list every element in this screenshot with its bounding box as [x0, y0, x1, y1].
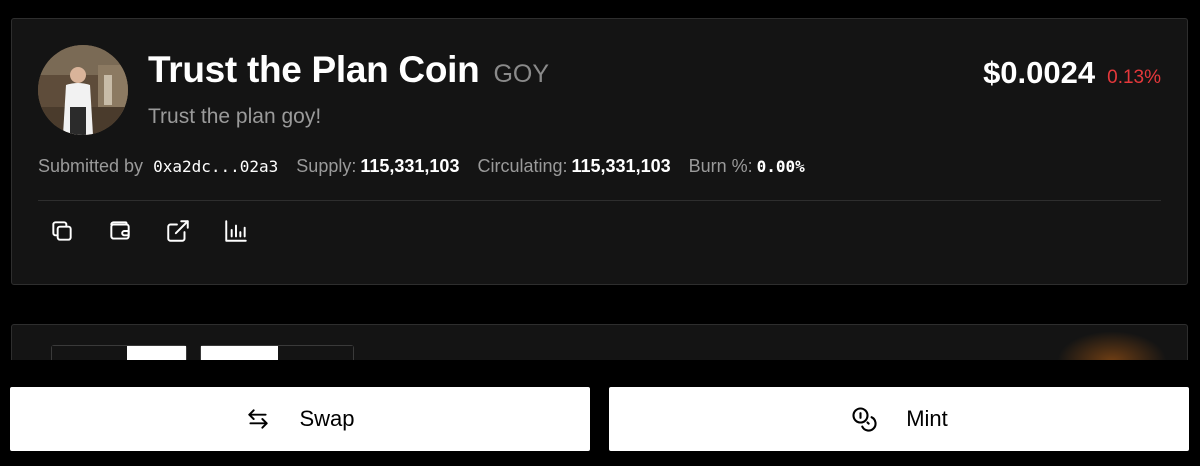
external-link-icon	[167, 220, 189, 242]
chart-icon	[225, 220, 247, 242]
stat-value: 115,331,103	[571, 156, 671, 176]
coin-card: Trust the Plan Coin GOY Trust the plan g…	[11, 18, 1188, 285]
divider	[38, 200, 1161, 201]
coins-icon	[852, 407, 877, 432]
price-change: 0.13%	[1107, 67, 1161, 88]
stat-label: Circulating:	[477, 156, 568, 176]
copy-icon	[52, 221, 72, 241]
action-toolbar	[48, 217, 250, 245]
stat-label: Submitted by	[38, 156, 144, 176]
stat-submitted-by: Submitted by 0xa2dc...02a3	[38, 156, 278, 177]
price-block: $0.0024 0.13%	[983, 55, 1161, 91]
coin-price: $0.0024	[983, 55, 1096, 90]
mint-button[interactable]: Mint	[609, 387, 1189, 451]
swap-arrows-icon	[248, 409, 269, 429]
coin-description: Trust the plan goy!	[148, 105, 322, 128]
stat-label: Supply:	[296, 156, 357, 176]
submitter-address[interactable]: 0xa2dc...02a3	[153, 157, 278, 176]
mint-label: Mint	[906, 406, 948, 431]
stat-burn: Burn %: 0.00%	[689, 156, 805, 177]
coin-ticker: GOY	[493, 60, 550, 88]
stat-label: Burn %:	[688, 156, 753, 176]
wallet-button[interactable]	[106, 217, 134, 245]
swap-button[interactable]: Swap	[10, 387, 590, 451]
coin-stats: Submitted by 0xa2dc...02a3 Supply: 115,3…	[38, 156, 823, 177]
stat-value: 0.00%	[756, 157, 805, 176]
copy-button[interactable]	[48, 217, 76, 245]
chart-button[interactable]	[222, 217, 250, 245]
stat-value: 115,331,103	[360, 156, 460, 176]
wallet-icon	[110, 221, 130, 240]
coin-avatar	[38, 45, 128, 135]
stat-circulating: Circulating: 115,331,103	[477, 156, 670, 177]
swap-label: Swap	[299, 406, 355, 431]
stat-supply: Supply: 115,331,103	[296, 156, 459, 177]
open-external-button[interactable]	[164, 217, 192, 245]
coin-name: Trust the Plan Coin	[148, 49, 480, 90]
